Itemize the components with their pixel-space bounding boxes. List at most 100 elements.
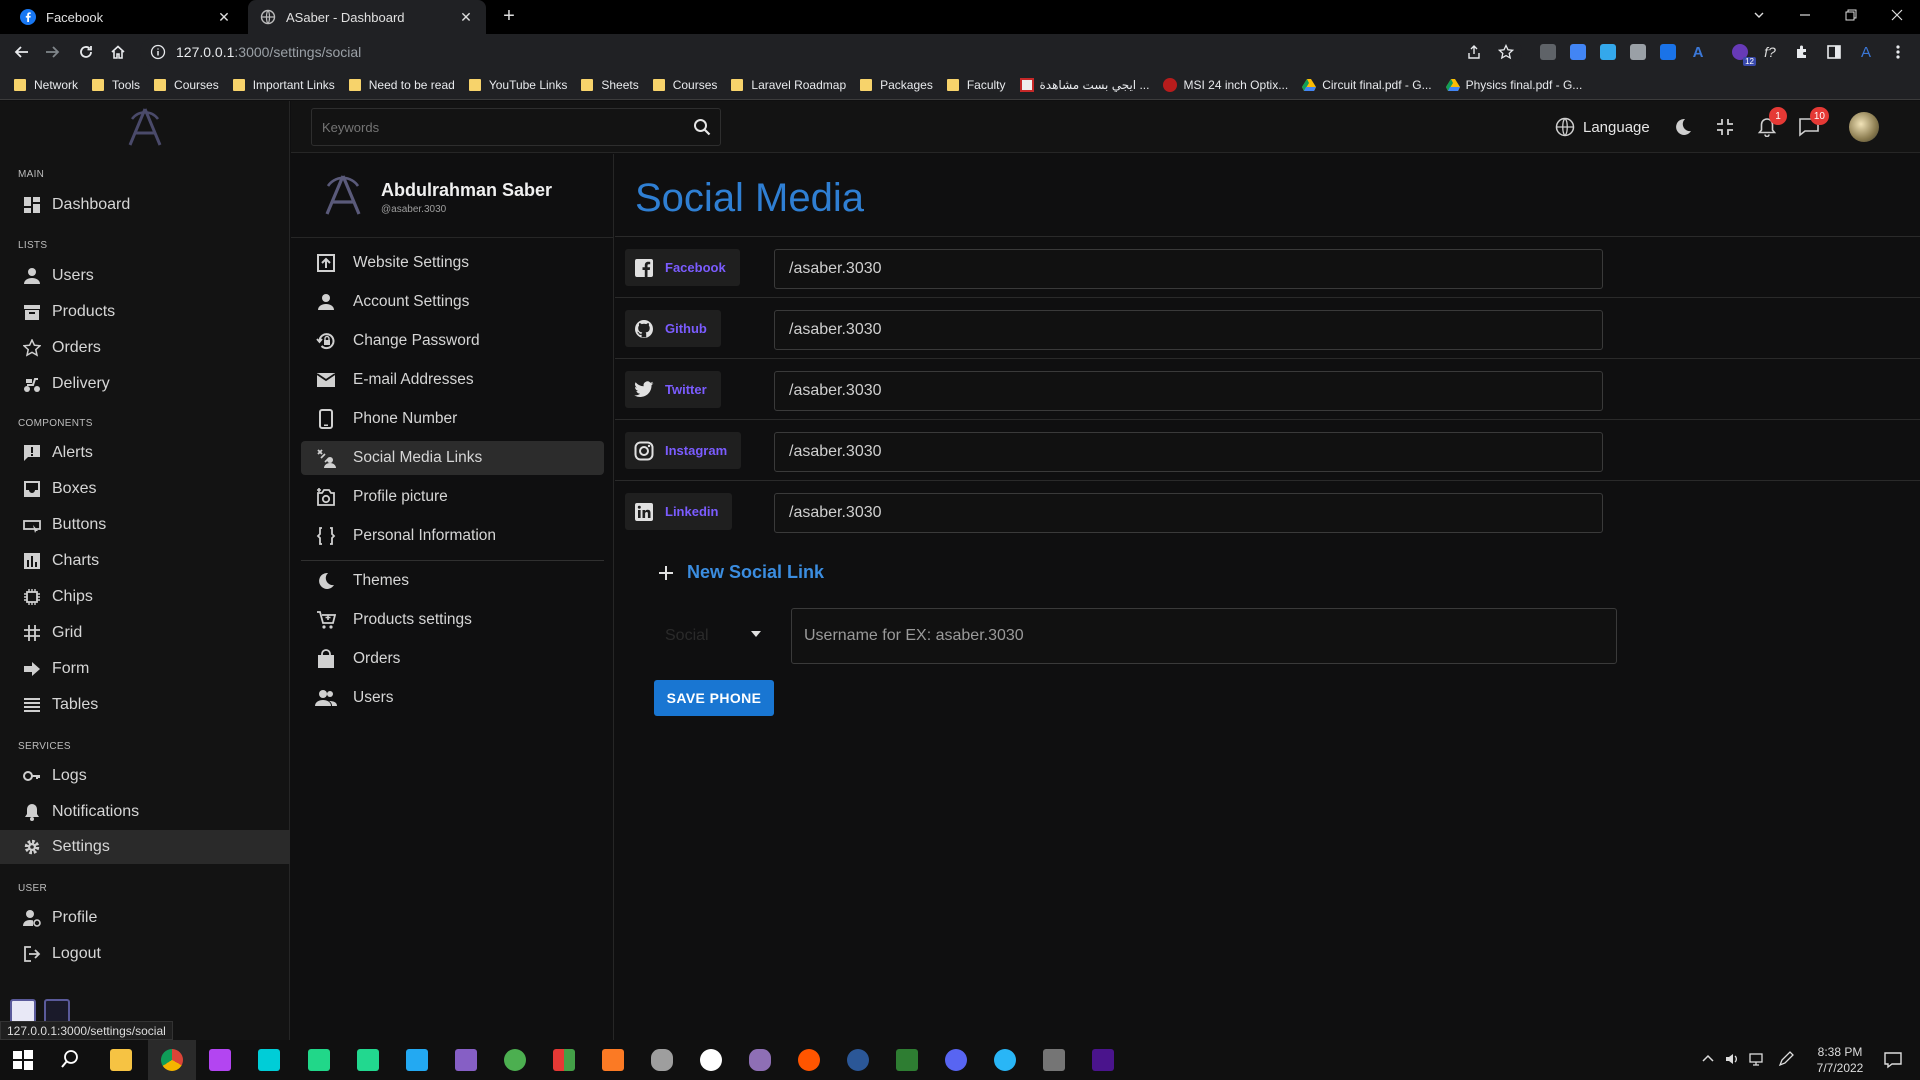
facebook-link-input[interactable] — [774, 249, 1603, 289]
github-link-input[interactable] — [774, 310, 1603, 350]
tab-facebook[interactable]: Facebook ✕ — [8, 0, 244, 34]
extension-formula-icon[interactable]: f? — [1758, 40, 1782, 64]
social-select[interactable]: Social — [653, 608, 773, 664]
side-panel-icon[interactable] — [1822, 40, 1846, 64]
bookmark-folder[interactable]: Faculty — [946, 78, 1006, 92]
share-icon[interactable] — [1462, 40, 1486, 64]
close-tab-icon[interactable]: ✕ — [216, 9, 232, 25]
reload-button[interactable] — [74, 40, 98, 64]
sidebar-item-delivery[interactable]: Delivery — [0, 367, 290, 401]
discord-icon[interactable] — [945, 1049, 967, 1071]
notifications-bell-icon[interactable]: 1 — [1755, 107, 1787, 139]
extensions-puzzle-icon[interactable] — [1790, 40, 1814, 64]
app-blocks-icon[interactable] — [553, 1049, 575, 1071]
more-menu-icon[interactable] — [1886, 40, 1910, 64]
extension-badge-icon[interactable]: 12 — [1728, 40, 1756, 66]
tab-search-icon[interactable] — [1736, 0, 1782, 30]
app-grey-icon[interactable] — [1043, 1049, 1065, 1071]
app-logo[interactable] — [124, 105, 166, 151]
extension-translate-icon[interactable] — [1566, 40, 1590, 64]
pen-icon[interactable] — [1778, 1051, 1794, 1067]
sidebar-item-profile[interactable]: Profile — [0, 901, 290, 935]
sidebar-item-products[interactable]: Products — [0, 295, 290, 329]
extension-cloud-icon[interactable] — [1596, 40, 1620, 64]
settings-nav-password[interactable]: Change Password — [301, 324, 604, 358]
app-chip-icon[interactable] — [896, 1049, 918, 1071]
bookmark-link[interactable]: Physics final.pdf - G... — [1445, 78, 1582, 92]
app-gamepad-icon[interactable] — [651, 1049, 673, 1071]
sidebar-item-logs[interactable]: Logs — [0, 759, 290, 793]
sidebar-item-dashboard[interactable]: Dashboard — [0, 188, 290, 222]
bookmark-folder[interactable]: Courses — [154, 78, 219, 92]
sidebar-item-logout[interactable]: Logout — [0, 937, 290, 971]
bookmark-star-icon[interactable] — [1494, 40, 1518, 64]
sidebar-item-alerts[interactable]: Alerts — [0, 436, 290, 470]
new-tab-button[interactable]: + — [498, 6, 520, 28]
address-bar[interactable]: 127.0.0.1:3000/settings/social — [140, 37, 1522, 67]
bookmark-folder[interactable]: Need to be read — [348, 78, 455, 92]
close-window-button[interactable] — [1874, 0, 1920, 30]
forward-button[interactable] — [40, 40, 64, 64]
chrome-icon[interactable] — [161, 1049, 183, 1071]
restore-button[interactable] — [1828, 0, 1874, 30]
user-avatar[interactable] — [1849, 112, 1879, 142]
taskbar-clock[interactable]: 8:38 PM 7/7/2022 — [1806, 1044, 1874, 1076]
bookmark-folder[interactable]: Tools — [92, 78, 140, 92]
extension-printer-icon[interactable] — [1626, 40, 1650, 64]
app-white-icon[interactable] — [700, 1049, 722, 1071]
settings-nav-phone[interactable]: Phone Number — [301, 402, 604, 436]
file-explorer-icon[interactable] — [110, 1049, 132, 1071]
windows-start-icon[interactable] — [12, 1049, 34, 1071]
sidebar-item-chips[interactable]: Chips — [0, 580, 290, 614]
settings-nav-orders[interactable]: Orders — [301, 642, 604, 676]
action-center-icon[interactable] — [1884, 1051, 1902, 1069]
search-icon[interactable] — [684, 109, 720, 145]
tab-dashboard[interactable]: ASaber - Dashboard ✕ — [248, 0, 486, 34]
dark-mode-icon[interactable] — [1671, 115, 1695, 139]
instagram-link-input[interactable] — [774, 432, 1603, 472]
fullscreen-exit-icon[interactable] — [1713, 115, 1737, 139]
visual-studio-icon[interactable] — [455, 1049, 477, 1071]
save-phone-button[interactable]: SAVE PHONE — [654, 680, 774, 716]
sidebar-item-boxes[interactable]: Boxes — [0, 472, 290, 506]
nox-icon[interactable] — [1092, 1049, 1114, 1071]
app-cloud-icon[interactable] — [749, 1049, 771, 1071]
vscode-icon[interactable] — [406, 1049, 428, 1071]
sidebar-item-notifications[interactable]: Notifications — [0, 795, 290, 829]
sidebar-item-orders[interactable]: Orders — [0, 331, 290, 365]
bookmark-link[interactable]: ايجي بست مشاهدة ... — [1019, 77, 1149, 92]
linkedin-link-input[interactable] — [774, 493, 1603, 533]
bookmark-folder[interactable]: Packages — [860, 78, 933, 92]
settings-nav-email[interactable]: E-mail Addresses — [301, 363, 604, 397]
search-icon[interactable] — [60, 1049, 82, 1071]
language-selector[interactable]: Language — [1555, 115, 1650, 139]
sidebar-item-settings[interactable]: Settings — [0, 830, 290, 864]
new-social-link-button[interactable]: New Social Link — [657, 562, 824, 583]
messages-icon[interactable]: 10 — [1797, 107, 1829, 139]
bookmark-folder[interactable]: Important Links — [232, 78, 335, 92]
profile-icon[interactable]: A — [1854, 40, 1878, 64]
clion-icon[interactable] — [357, 1049, 379, 1071]
bookmark-link[interactable]: MSI 24 inch Optix... — [1163, 77, 1288, 92]
soundcloud-icon[interactable] — [798, 1049, 820, 1071]
sidebar-item-form[interactable]: Form — [0, 652, 290, 686]
pycharm-icon[interactable] — [308, 1049, 330, 1071]
sidebar-item-users[interactable]: Users — [0, 259, 290, 293]
bookmark-folder[interactable]: Courses — [652, 78, 717, 92]
sidebar-item-buttons[interactable]: Buttons — [0, 508, 290, 542]
sidebar-item-charts[interactable]: Charts — [0, 544, 290, 578]
bookmark-folder[interactable]: Network — [14, 78, 78, 92]
info-icon[interactable] — [150, 44, 166, 60]
bookmark-folder[interactable]: Laravel Roadmap — [731, 78, 846, 92]
settings-nav-social[interactable]: Social Media Links — [301, 441, 604, 475]
search-input[interactable] — [322, 119, 684, 135]
extension-font-icon[interactable] — [1656, 40, 1680, 64]
sidebar-item-grid[interactable]: Grid — [0, 616, 290, 650]
back-button[interactable] — [10, 40, 34, 64]
network-icon[interactable] — [1748, 1051, 1764, 1067]
settings-nav-account[interactable]: Account Settings — [301, 285, 604, 319]
home-button[interactable] — [106, 40, 130, 64]
volume-icon[interactable] — [1724, 1051, 1740, 1067]
sidebar-item-tables[interactable]: Tables — [0, 688, 290, 722]
twitter-link-input[interactable] — [774, 371, 1603, 411]
